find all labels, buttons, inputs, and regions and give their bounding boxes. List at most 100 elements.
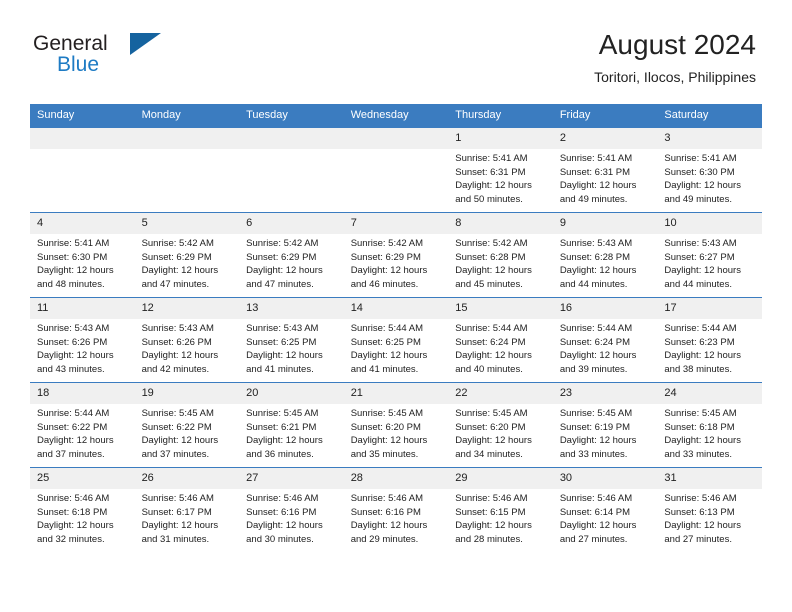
day-cell[interactable]: 2 Sunrise: 5:41 AM Sunset: 6:31 PM Daylight… [552,127,658,213]
sunrise-text: Sunrise: 5:44 AM [350,323,424,334]
day-details: Sunrise: 5:42 AM Sunset: 6:29 PM Daylight:… [239,234,344,291]
calendar-body: 1 Sunrise: 5:41 AM Sunset: 6:31 PM Daylight… [30,127,762,552]
day-cell[interactable]: 30 Sunrise: 5:46 AM Sunset: 6:14 PM Dayligh… [552,467,658,552]
triangle-logo-icon [130,33,161,55]
day-number: 13 [239,298,344,319]
sunrise-text: Sunrise: 5:41 AM [37,238,110,249]
calendar-week-row: 11 Sunrise: 5:43 AM Sunset: 6:26 PM Dayligh… [30,297,762,383]
sunset-text: Sunset: 6:18 PM [37,506,108,518]
sunset-text: Sunset: 6:21 PM [246,421,317,433]
daylight-text-line2: and 37 minutes. [37,448,105,460]
sunrise-text: Sunrise: 5:45 AM [664,408,737,419]
daylight-text-line2: and 33 minutes. [559,448,628,460]
day-details: Sunrise: 5:45 AM Sunset: 6:20 PM Daylight:… [344,404,449,461]
daylight-text-line2: and 34 minutes. [455,448,523,460]
day-cell[interactable]: 28 Sunrise: 5:46 AM Sunset: 6:16 PM Dayligh… [343,467,449,552]
day-cell[interactable]: 15 Sunrise: 5:44 AM Sunset: 6:24 PM Dayligh… [448,297,553,383]
day-cell[interactable]: 14 Sunrise: 5:44 AM Sunset: 6:25 PM Dayligh… [343,297,449,383]
day-cell[interactable]: 24 Sunrise: 5:45 AM Sunset: 6:18 PM Dayligh… [657,382,762,468]
day-cell[interactable]: 19 Sunrise: 5:45 AM Sunset: 6:22 PM Dayligh… [134,382,240,468]
daylight-text-line2: and 30 minutes. [246,533,314,545]
day-details: Sunrise: 5:46 AM Sunset: 6:13 PM Daylight:… [657,489,762,546]
day-cell[interactable]: 17 Sunrise: 5:44 AM Sunset: 6:23 PM Dayligh… [657,297,762,383]
day-cell[interactable]: 10 Sunrise: 5:43 AM Sunset: 6:27 PM Dayligh… [657,212,762,298]
sunrise-text: Sunrise: 5:43 AM [559,238,633,249]
daylight-text-line1: Daylight: 12 hours [246,350,323,362]
sunrise-text: Sunrise: 5:45 AM [350,408,424,419]
day-cell-empty [239,127,344,213]
weekday-header-saturday: Saturday [657,104,762,128]
day-cell[interactable]: 25 Sunrise: 5:46 AM Sunset: 6:18 PM Dayligh… [30,467,135,552]
day-cell[interactable]: 31 Sunrise: 5:46 AM Sunset: 6:13 PM Dayligh… [657,467,762,552]
day-cell[interactable]: 29 Sunrise: 5:46 AM Sunset: 6:15 PM Dayligh… [448,467,553,552]
day-details: Sunrise: 5:41 AM Sunset: 6:31 PM Daylight:… [448,149,553,206]
day-cell[interactable]: 9 Sunrise: 5:43 AM Sunset: 6:28 PM Daylight… [552,212,658,298]
day-cell[interactable]: 13 Sunrise: 5:43 AM Sunset: 6:25 PM Dayligh… [239,297,344,383]
sunset-text: Sunset: 6:22 PM [141,421,212,433]
sunset-text: Sunset: 6:24 PM [455,336,526,348]
sunset-text: Sunset: 6:27 PM [664,251,735,263]
daylight-text-line1: Daylight: 12 hours [455,350,532,362]
sunset-text: Sunset: 6:22 PM [37,421,108,433]
page-header: General Blue August 2024 Toritori, Iloco… [0,0,792,104]
daylight-text-line1: Daylight: 12 hours [455,180,532,192]
day-cell[interactable]: 5 Sunrise: 5:42 AM Sunset: 6:29 PM Daylight… [134,212,240,298]
day-cell[interactable]: 22 Sunrise: 5:45 AM Sunset: 6:20 PM Dayligh… [448,382,553,468]
daylight-text-line1: Daylight: 12 hours [455,520,532,532]
day-cell[interactable]: 20 Sunrise: 5:45 AM Sunset: 6:21 PM Dayligh… [239,382,344,468]
daylight-text-line2: and 32 minutes. [37,533,105,545]
day-number: 21 [343,383,449,404]
brand-name-blue: Blue [57,53,100,76]
daylight-text-line1: Daylight: 12 hours [664,350,741,362]
day-cell[interactable]: 26 Sunrise: 5:46 AM Sunset: 6:17 PM Dayligh… [134,467,240,552]
page-title: August 2024 [598,29,756,60]
day-details: Sunrise: 5:46 AM Sunset: 6:16 PM Daylight:… [344,489,449,546]
daylight-text-line1: Daylight: 12 hours [559,520,637,532]
day-details: Sunrise: 5:46 AM Sunset: 6:18 PM Daylight:… [30,489,135,546]
day-details: Sunrise: 5:45 AM Sunset: 6:21 PM Daylight:… [239,404,344,461]
day-cell[interactable]: 1 Sunrise: 5:41 AM Sunset: 6:31 PM Daylight… [448,127,553,213]
daylight-text-line2: and 49 minutes. [559,193,628,205]
sunrise-text: Sunrise: 5:41 AM [455,153,528,164]
sunset-text: Sunset: 6:16 PM [246,506,317,518]
day-cell[interactable]: 7 Sunrise: 5:42 AM Sunset: 6:29 PM Daylight… [343,212,449,298]
brand-logo[interactable]: General Blue [33,32,233,82]
day-details: Sunrise: 5:45 AM Sunset: 6:22 PM Daylight:… [135,404,240,461]
day-details: Sunrise: 5:42 AM Sunset: 6:29 PM Daylight:… [344,234,449,291]
day-cell[interactable]: 6 Sunrise: 5:42 AM Sunset: 6:29 PM Daylight… [239,212,344,298]
day-number: 22 [448,383,553,404]
day-details: Sunrise: 5:43 AM Sunset: 6:26 PM Daylight:… [135,319,240,376]
daylight-text-line1: Daylight: 12 hours [664,180,741,192]
sunset-text: Sunset: 6:29 PM [350,251,421,263]
sunrise-text: Sunrise: 5:43 AM [37,323,110,334]
sunset-text: Sunset: 6:16 PM [350,506,421,518]
daylight-text-line1: Daylight: 12 hours [559,180,637,192]
daylight-text-line2: and 36 minutes. [246,448,314,460]
sunset-text: Sunset: 6:26 PM [141,336,212,348]
daylight-text-line2: and 38 minutes. [664,363,732,375]
day-cell[interactable]: 27 Sunrise: 5:46 AM Sunset: 6:16 PM Dayligh… [239,467,344,552]
day-cell[interactable]: 12 Sunrise: 5:43 AM Sunset: 6:26 PM Dayligh… [134,297,240,383]
day-number: 1 [448,128,553,149]
day-number: 26 [134,468,240,489]
day-number: 19 [134,383,240,404]
day-cell[interactable]: 21 Sunrise: 5:45 AM Sunset: 6:20 PM Dayligh… [343,382,449,468]
day-cell[interactable]: 16 Sunrise: 5:44 AM Sunset: 6:24 PM Dayligh… [552,297,658,383]
day-details: Sunrise: 5:43 AM Sunset: 6:28 PM Daylight:… [553,234,658,291]
title-block: August 2024 Toritori, Ilocos, Philippine… [594,28,756,86]
day-number: 31 [657,468,762,489]
day-details: Sunrise: 5:43 AM Sunset: 6:27 PM Daylight:… [657,234,762,291]
daylight-text-line2: and 46 minutes. [350,278,419,290]
day-cell[interactable]: 23 Sunrise: 5:45 AM Sunset: 6:19 PM Dayligh… [552,382,658,468]
day-cell[interactable]: 4 Sunrise: 5:41 AM Sunset: 6:30 PM Daylight… [30,212,135,298]
day-cell[interactable]: 3 Sunrise: 5:41 AM Sunset: 6:30 PM Daylight… [657,127,762,213]
daylight-text-line2: and 35 minutes. [350,448,419,460]
sunset-text: Sunset: 6:25 PM [350,336,421,348]
sunset-text: Sunset: 6:30 PM [37,251,108,263]
day-cell[interactable]: 8 Sunrise: 5:42 AM Sunset: 6:28 PM Daylight… [448,212,553,298]
sunset-text: Sunset: 6:15 PM [455,506,526,518]
daylight-text-line2: and 47 minutes. [141,278,210,290]
day-cell[interactable]: 11 Sunrise: 5:43 AM Sunset: 6:26 PM Dayligh… [30,297,135,383]
weekday-header-row: Sunday Monday Tuesday Wednesday Thursday… [30,104,762,128]
day-cell[interactable]: 18 Sunrise: 5:44 AM Sunset: 6:22 PM Dayligh… [30,382,135,468]
